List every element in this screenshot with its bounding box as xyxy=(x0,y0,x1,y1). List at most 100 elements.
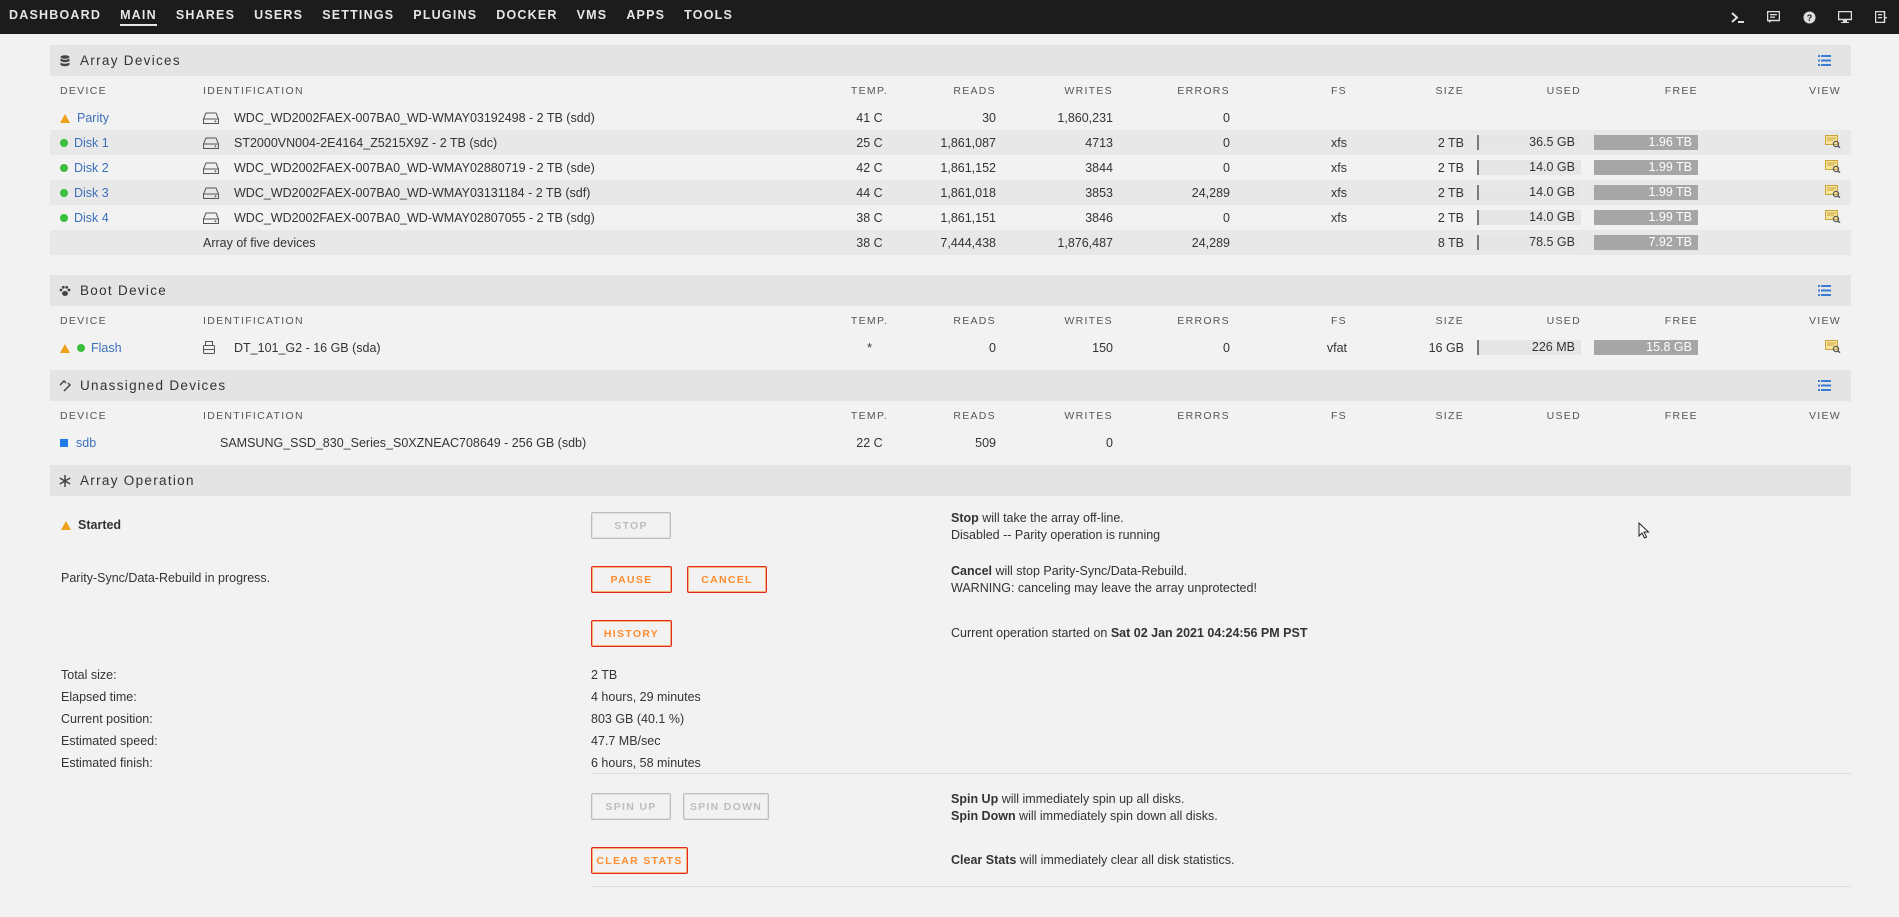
warning-icon xyxy=(60,113,70,123)
status-ok-icon xyxy=(60,188,68,197)
nav-dashboard[interactable]: DASHBOARD xyxy=(9,0,101,34)
column-header: READS xyxy=(953,314,996,327)
current-operation: Current operation started on Sat 02 Jan … xyxy=(951,626,1308,640)
nav-tools[interactable]: TOOLS xyxy=(684,0,733,34)
nav-main[interactable]: MAIN xyxy=(120,0,157,26)
used-cell xyxy=(1474,105,1591,130)
unlink-icon xyxy=(59,379,71,392)
stat-label: Estimated finish: xyxy=(61,756,153,770)
column-header: WRITES xyxy=(1064,409,1113,422)
stat-label: Current position: xyxy=(61,712,153,726)
spin-up-description: Spin Up will immediately spin up all dis… xyxy=(951,792,1185,806)
device-link[interactable]: Disk 1 xyxy=(74,136,109,150)
used-cell: 36.5 GB xyxy=(1474,130,1591,155)
table-header-row: DEVICE IDENTIFICATION TEMP. READS WRITES ERRO… xyxy=(50,306,1851,335)
monitor-icon[interactable] xyxy=(1827,0,1863,34)
list-view-icon[interactable] xyxy=(1818,55,1831,66)
free-cell: 1.99 TB xyxy=(1591,180,1708,205)
nav-vms[interactable]: VMS xyxy=(577,0,608,34)
writes-cell: 150 xyxy=(1092,340,1113,355)
nav-settings[interactable]: SETTINGS xyxy=(322,0,394,34)
database-icon xyxy=(59,54,71,67)
writes-cell: 4713 xyxy=(1006,130,1123,155)
column-header: TEMP. xyxy=(850,314,889,327)
errors-cell: 24,289 xyxy=(1123,180,1240,205)
list-view-icon[interactable] xyxy=(1818,380,1831,391)
column-header: USED xyxy=(1546,84,1581,97)
section-title: Array Operation xyxy=(80,473,195,488)
log-icon[interactable] xyxy=(1863,0,1899,34)
column-header: USED xyxy=(1546,314,1581,327)
identification-cell: WDC_WD2002FAEX-007BA0_WD-WMAY02807055 - … xyxy=(193,205,818,230)
browse-disk-icon[interactable] xyxy=(1825,134,1841,148)
used-bar: 14.0 GB xyxy=(1477,210,1581,225)
array-devices-table: DEVICE IDENTIFICATION TEMP. READS WRITES ERRO… xyxy=(50,76,1851,255)
browse-disk-icon[interactable] xyxy=(1825,184,1841,198)
table-header-row: DEVICE IDENTIFICATION TEMP. READS WRITES ERRO… xyxy=(50,401,1851,430)
help-icon[interactable]: ? xyxy=(1791,0,1827,34)
list-view-icon[interactable] xyxy=(1818,285,1831,296)
terminal-icon[interactable] xyxy=(1719,0,1755,34)
column-header: SIZE xyxy=(1435,314,1464,327)
browse-disk-icon[interactable] xyxy=(1825,159,1841,173)
device-cell: Parity xyxy=(50,105,193,130)
column-header: VIEW xyxy=(1808,84,1841,97)
cancel-button[interactable]: CANCEL xyxy=(687,566,767,593)
stat-value: 2 TB xyxy=(591,668,618,682)
device-link[interactable]: Disk 2 xyxy=(74,161,109,175)
identification-cell: ST2000VN004-2E4164_Z5215X9Z - 2 TB (sdc) xyxy=(193,130,818,155)
browse-disk-icon[interactable] xyxy=(1825,339,1841,353)
column-header: DEVICE xyxy=(60,84,107,97)
nav-shares[interactable]: SHARES xyxy=(176,0,235,34)
spin-down-button[interactable]: SPIN DOWN xyxy=(683,793,769,820)
fs-cell xyxy=(1240,105,1357,130)
view-cell xyxy=(1708,130,1851,155)
history-button[interactable]: HISTORY xyxy=(591,620,672,647)
column-header: FREE xyxy=(1664,84,1698,97)
reads-cell: 1,861,151 xyxy=(940,210,996,225)
device-link[interactable]: Flash xyxy=(91,341,122,355)
used-cell: 14.0 GB xyxy=(1474,205,1591,230)
column-header: FS xyxy=(1330,84,1347,97)
size-cell: 2 TB xyxy=(1357,180,1474,205)
nav-users[interactable]: USERS xyxy=(254,0,303,34)
device-link[interactable]: Disk 3 xyxy=(74,186,109,200)
clear-stats-button[interactable]: CLEAR STATS xyxy=(591,847,688,874)
column-header: READS xyxy=(953,84,996,97)
stop-button[interactable]: STOP xyxy=(591,512,671,539)
device-link[interactable]: Parity xyxy=(77,111,109,125)
status-ok-icon xyxy=(60,163,68,172)
temp-cell: 25 C xyxy=(818,130,911,155)
stop-description: Stop will take the array off-line. xyxy=(951,511,1124,525)
nav-plugins[interactable]: PLUGINS xyxy=(413,0,477,34)
device-link[interactable]: Disk 4 xyxy=(74,211,109,225)
column-header: ERRORS xyxy=(1177,84,1230,97)
device-id: WDC_WD2002FAEX-007BA0_WD-WMAY03131184 - … xyxy=(234,185,591,200)
column-header: ERRORS xyxy=(1177,409,1230,422)
column-header: WRITES xyxy=(1064,314,1113,327)
column-header: USED xyxy=(1546,409,1581,422)
size-cell: 2 TB xyxy=(1357,130,1474,155)
errors-cell: 0 xyxy=(1123,130,1240,155)
device-link[interactable]: sdb xyxy=(76,436,96,450)
column-header: FS xyxy=(1330,314,1347,327)
device-id: WDC_WD2002FAEX-007BA0_WD-WMAY02880719 - … xyxy=(234,160,595,175)
array-devices-header: Array Devices xyxy=(50,45,1851,76)
browse-disk-icon[interactable] xyxy=(1825,209,1841,223)
column-header: VIEW xyxy=(1808,314,1841,327)
hard-drive-icon xyxy=(203,187,219,199)
errors-cell: 0 xyxy=(1223,340,1230,355)
nav-docker[interactable]: DOCKER xyxy=(496,0,557,34)
device-cell: Flash xyxy=(50,335,193,360)
divider xyxy=(591,773,1851,774)
spin-up-button[interactable]: SPIN UP xyxy=(591,793,671,820)
used-bar: 36.5 GB xyxy=(1477,135,1581,150)
free-cell: 1.99 TB xyxy=(1591,155,1708,180)
section-title: Boot Device xyxy=(80,283,168,298)
feedback-icon[interactable] xyxy=(1755,0,1791,34)
fs-cell: xfs xyxy=(1240,180,1357,205)
pause-button[interactable]: PAUSE xyxy=(591,566,672,593)
top-nav: DASHBOARD MAIN SHARES USERS SETTINGS PLUGINS D… xyxy=(0,0,1899,34)
status-ok-icon xyxy=(60,213,68,222)
nav-apps[interactable]: APPS xyxy=(626,0,665,34)
